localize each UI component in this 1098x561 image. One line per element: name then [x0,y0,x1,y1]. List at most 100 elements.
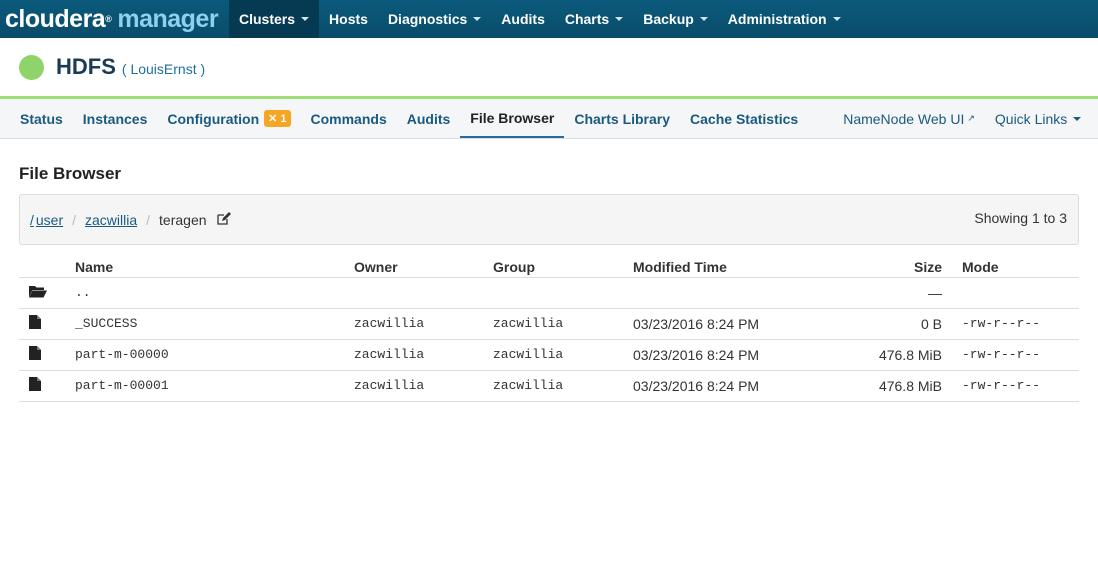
main-content: File Browser / user / zacwillia / terage… [0,164,1098,402]
breadcrumb-current: teragen [159,211,207,228]
header-modified-time[interactable]: Modified Time [633,257,833,278]
nav-clusters[interactable]: Clusters [229,0,320,38]
tab-charts-library-label: Charts Library [574,110,671,127]
breadcrumb-separator: / [72,211,77,228]
parent-dir-owner [354,277,493,309]
cloudera-manager-logo[interactable]: cloudera ® manager [0,0,229,38]
config-issues-count: 1 [280,112,287,125]
header-icon-col [19,257,75,278]
file-icon [29,315,41,329]
file-mode: -rw-r--r-- [942,308,1079,340]
file-link[interactable]: part-m-00001 [75,378,169,393]
tab-configuration[interactable]: Configuration ✕ 1 [157,99,300,138]
parent-dir-modified [633,277,833,309]
tab-instances[interactable]: Instances [73,99,158,138]
breadcrumb: / user / zacwillia / teragen Showing 1 t… [19,194,1079,245]
tab-file-browser[interactable]: File Browser [460,99,565,138]
file-size: 476.8 MiB [833,370,942,402]
namenode-web-ui-label: NameNode Web UI [843,110,965,127]
table-row[interactable]: part-m-00000 zacwillia zacwillia 03/23/2… [19,339,1079,371]
nav-diagnostics[interactable]: Diagnostics [378,0,491,38]
file-icon-cell [19,339,75,371]
tab-commands-label: Commands [310,110,387,127]
folder-open-icon [29,285,47,298]
nav-audits[interactable]: Audits [491,0,555,38]
file-size: 476.8 MiB [833,339,942,371]
nav-charts[interactable]: Charts [555,0,633,38]
tab-instances-label: Instances [82,110,148,127]
file-name[interactable]: _SUCCESS [75,308,354,340]
nav-charts-label: Charts [564,11,610,27]
namenode-web-ui-link[interactable]: NameNode Web UI ↗ [833,99,985,138]
parent-dir-group [493,277,633,309]
parent-dir-link[interactable]: .. [75,285,91,300]
logo-text-manager: manager [117,4,219,33]
quick-links-dropdown[interactable]: Quick Links [985,99,1091,138]
parent-dir-size: — [833,277,942,309]
nav-audits-label: Audits [501,11,545,27]
header-size[interactable]: Size [833,257,942,278]
chevron-down-icon [615,17,624,21]
file-icon-cell [19,370,75,402]
tab-status-label: Status [20,110,63,127]
service-name[interactable]: HDFS [56,54,116,80]
file-icon [29,377,41,391]
file-group: zacwillia [493,308,633,340]
tab-status[interactable]: Status [10,99,73,138]
table-row[interactable]: _SUCCESS zacwillia zacwillia 03/23/2016 … [19,308,1079,340]
file-mode: -rw-r--r-- [942,339,1079,371]
table-row[interactable]: part-m-00001 zacwillia zacwillia 03/23/2… [19,370,1079,402]
file-name[interactable]: part-m-00001 [75,370,354,402]
nav-hosts-label: Hosts [329,11,368,27]
logo-registered-mark: ® [105,14,112,24]
breadcrumb-root[interactable]: / [30,212,34,228]
file-link[interactable]: part-m-00000 [75,347,169,362]
parent-dir-mode [942,277,1079,309]
tab-cache-statistics-label: Cache Statistics [690,110,799,127]
edit-icon[interactable] [216,211,231,228]
external-link-icon: ↗ [967,113,975,123]
nav-administration-label: Administration [727,11,827,27]
tab-audits-label: Audits [406,110,451,127]
cluster-link[interactable]: ( LouisErnst ) [122,61,205,77]
header-name[interactable]: Name [75,257,354,278]
chevron-down-icon [473,17,482,21]
chevron-down-icon [1073,116,1082,121]
file-table: Name Owner Group Modified Time Size Mode… [19,257,1079,402]
file-name[interactable]: part-m-00000 [75,339,354,371]
nav-backup[interactable]: Backup [633,0,718,38]
quick-links-label: Quick Links [994,110,1068,127]
breadcrumb-zacwillia[interactable]: zacwillia [85,212,137,228]
header-mode[interactable]: Mode [942,257,1079,278]
nav-hosts[interactable]: Hosts [319,0,378,38]
page-title: File Browser [19,164,122,183]
file-group: zacwillia [493,339,633,371]
parent-dir-name[interactable]: .. [75,277,354,309]
tab-audits[interactable]: Audits [397,99,461,138]
file-size: 0 B [833,308,942,340]
file-link[interactable]: _SUCCESS [75,316,137,331]
header-owner[interactable]: Owner [354,257,493,278]
nav-diagnostics-label: Diagnostics [387,11,468,27]
tab-configuration-label: Configuration [167,110,260,127]
tab-file-browser-label: File Browser [470,109,555,126]
breadcrumb-user[interactable]: user [36,212,63,228]
table-row-parent-dir[interactable]: .. — [19,277,1079,309]
chevron-down-icon [301,17,310,21]
file-owner: zacwillia [354,370,493,402]
file-modified: 03/23/2016 8:24 PM [633,370,833,402]
showing-count: Showing 1 to 3 [974,210,1067,226]
file-group: zacwillia [493,370,633,402]
tab-commands[interactable]: Commands [301,99,397,138]
tab-charts-library[interactable]: Charts Library [564,99,680,138]
file-icon-cell [19,308,75,340]
wrench-screwdriver-icon: ✕ [268,113,278,125]
config-issues-badge[interactable]: ✕ 1 [264,110,291,127]
top-navbar: cloudera ® manager Clusters Hosts Diagnost… [0,0,1098,38]
logo-text-cloudera: cloudera [5,4,106,33]
tab-cache-statistics[interactable]: Cache Statistics [680,99,808,138]
table-header-row: Name Owner Group Modified Time Size Mode [19,257,1079,278]
nav-administration[interactable]: Administration [718,0,851,38]
header-group[interactable]: Group [493,257,633,278]
nav-backup-label: Backup [643,11,694,27]
